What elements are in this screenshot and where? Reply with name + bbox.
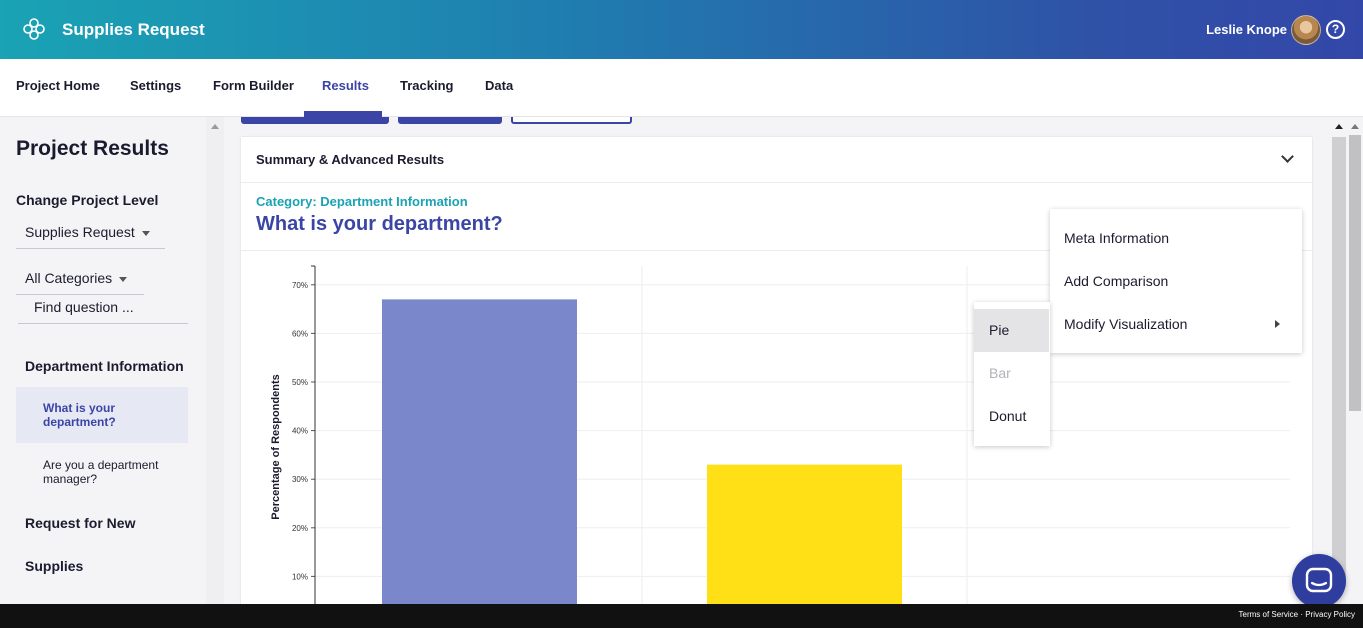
tab-settings[interactable]: Settings — [130, 78, 181, 93]
avatar[interactable] — [1291, 15, 1321, 45]
action-button-3[interactable] — [511, 117, 632, 124]
sidebar-section-request-for-new[interactable]: Request for New — [25, 515, 135, 531]
y-tick-label: 50% — [292, 378, 308, 387]
tab-results[interactable]: Results — [322, 78, 369, 93]
sidebar: Project Results Change Project Level Sup… — [0, 117, 206, 604]
chevron-down-icon[interactable] — [1281, 150, 1294, 163]
project-level-select[interactable]: Supplies Request — [16, 224, 165, 249]
y-tick-label: 60% — [292, 329, 308, 338]
find-question-input[interactable]: Find question ... — [18, 299, 188, 324]
category-value: All Categories — [25, 270, 113, 286]
submenu-item-bar: Bar — [989, 365, 1011, 381]
chevron-down-icon — [141, 230, 150, 236]
panel-header[interactable]: Summary & Advanced Results — [241, 137, 1312, 183]
app-header: Supplies Request Leslie Knope ? — [0, 0, 1363, 59]
chat-button[interactable] — [1292, 554, 1346, 608]
tab-project-home[interactable]: Project Home — [16, 78, 100, 93]
tab-tracking[interactable]: Tracking — [400, 78, 453, 93]
right-scrollbar[interactable] — [1330, 117, 1363, 604]
menu-item-meta-information[interactable]: Meta Information — [1064, 230, 1169, 246]
submenu-item-pie[interactable]: Pie — [974, 309, 1049, 352]
bar-2 — [707, 464, 902, 604]
submenu-item-donut[interactable]: Donut — [974, 395, 1049, 438]
flower-logo-icon[interactable] — [22, 17, 46, 41]
project-level-value: Supplies Request — [25, 224, 135, 240]
chevron-down-icon — [119, 276, 128, 282]
y-tick-label: 20% — [292, 524, 308, 533]
y-tick-label: 40% — [292, 427, 308, 436]
scrollbar-thumb[interactable] — [1349, 135, 1361, 411]
footer-links[interactable]: Terms of Service · Privacy Policy — [1239, 610, 1355, 619]
help-icon[interactable]: ? — [1326, 20, 1345, 39]
category-select[interactable]: All Categories — [16, 270, 144, 295]
scroll-up-icon[interactable] — [1335, 124, 1343, 129]
bar-1 — [382, 299, 577, 604]
tab-form-builder[interactable]: Form Builder — [213, 78, 294, 93]
context-menu: Meta Information Add Comparison Modify V… — [1050, 209, 1302, 353]
footer: Terms of Service · Privacy Policy — [0, 604, 1363, 628]
user-name[interactable]: Leslie Knope — [1206, 22, 1287, 37]
visualization-submenu: Pie Bar Donut — [974, 302, 1050, 446]
y-tick-label: 70% — [292, 281, 308, 290]
app-title: Supplies Request — [62, 20, 205, 39]
question-category: Category: Department Information — [256, 194, 468, 209]
page-title: Project Results — [16, 137, 169, 160]
sidebar-section-supplies[interactable]: Supplies — [25, 558, 83, 574]
scroll-up-icon[interactable] — [1351, 124, 1359, 129]
menu-item-modify-visualization[interactable]: Modify Visualization — [1064, 316, 1187, 332]
y-tick-label: 10% — [292, 572, 308, 581]
sidebar-question-department[interactable]: What is your department? — [16, 387, 188, 443]
scroll-up-icon[interactable] — [211, 124, 219, 129]
action-button-1[interactable] — [241, 117, 389, 124]
scrollbar-thumb[interactable] — [1332, 137, 1346, 587]
action-button-2[interactable] — [398, 117, 502, 124]
chat-icon — [1305, 567, 1333, 593]
y-axis-label: Percentage of Respondents — [270, 374, 282, 519]
y-tick-label: 30% — [292, 475, 308, 484]
menu-item-add-comparison[interactable]: Add Comparison — [1064, 273, 1168, 289]
main-nav: Project Home Settings Form Builder Resul… — [0, 59, 1363, 117]
chevron-right-icon — [1275, 320, 1280, 328]
panel-title: Summary & Advanced Results — [256, 152, 445, 167]
main-scrollbar-left[interactable] — [206, 117, 224, 604]
sidebar-question-manager[interactable]: Are you a department manager? — [16, 444, 188, 500]
question-title: What is your department? — [256, 213, 503, 235]
change-level-label: Change Project Level — [16, 192, 159, 208]
tab-data[interactable]: Data — [485, 78, 513, 93]
sidebar-section-department-information[interactable]: Department Information — [25, 358, 184, 374]
